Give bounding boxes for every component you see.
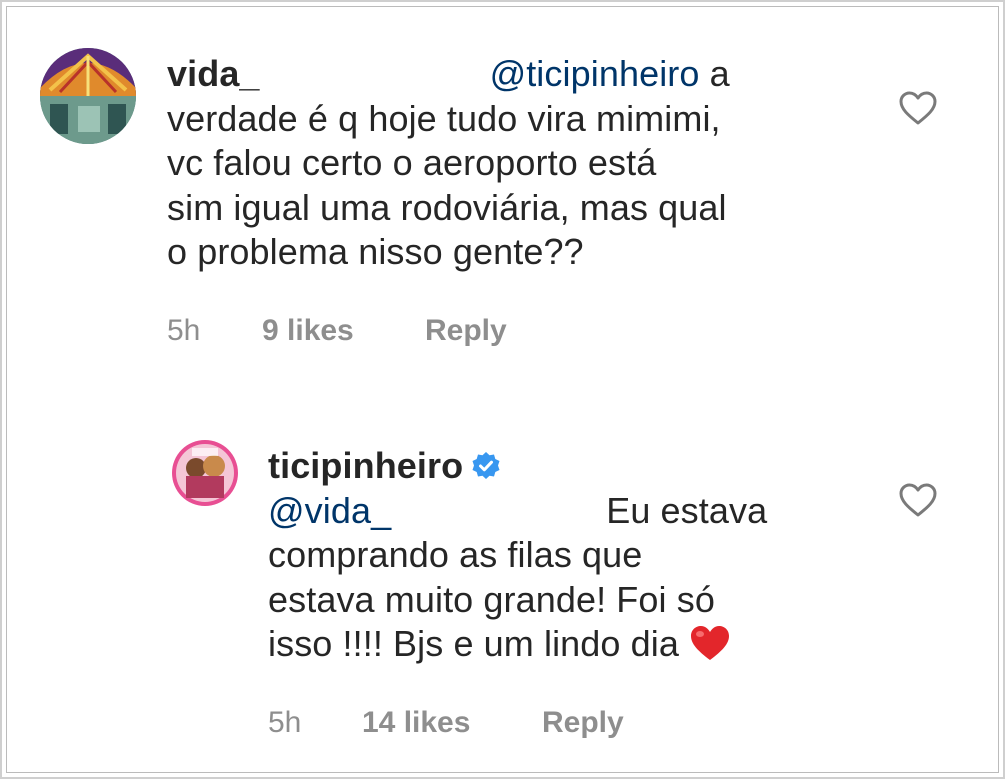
comment-line: vc falou certo o aeroporto está — [167, 142, 657, 183]
red-heart-emoji-icon — [689, 624, 731, 673]
comment-text: ticipinheiro @vida_ Eu estava comprando a… — [268, 444, 767, 673]
likes-count[interactable]: 9 likes — [262, 314, 354, 348]
username[interactable]: vida_ — [167, 53, 260, 94]
comment-line: estava muito grande! Foi só — [268, 578, 715, 620]
likes-count[interactable]: 14 likes — [362, 706, 470, 740]
mention-link[interactable]: @vida_ — [268, 490, 391, 531]
comment-line: sim igual uma rodoviária, mas qual — [167, 186, 727, 228]
comment-line: comprando as filas que — [268, 534, 643, 575]
like-heart-icon[interactable] — [898, 482, 938, 518]
comment-meta: 5h 9 likes Reply — [167, 314, 567, 350]
comment-line: verdade é q hoje tudo vira mimimi, — [167, 97, 721, 139]
timestamp: 5h — [167, 314, 201, 347]
reply-button[interactable]: Reply — [542, 706, 624, 740]
mention-link[interactable]: @ticipinheiro — [490, 53, 700, 94]
comment-meta: 5h 14 likes Reply — [268, 706, 688, 742]
comment-line: o problema nisso gente?? — [167, 231, 584, 272]
reply-button[interactable]: Reply — [425, 314, 507, 348]
comment-line: isso !!!! Bjs e um lindo dia — [268, 623, 679, 664]
timestamp: 5h — [268, 706, 302, 739]
avatar[interactable] — [40, 48, 136, 144]
like-heart-icon[interactable] — [898, 90, 938, 126]
comment-line: Eu estava — [606, 489, 768, 531]
username[interactable]: ticipinheiro — [268, 445, 463, 486]
comment-line: a — [709, 53, 730, 94]
verified-badge-icon — [471, 447, 501, 479]
comment-text: vida_ @ticipinheiro a verdade é q hoje tu… — [167, 52, 730, 275]
avatar[interactable] — [172, 440, 238, 506]
